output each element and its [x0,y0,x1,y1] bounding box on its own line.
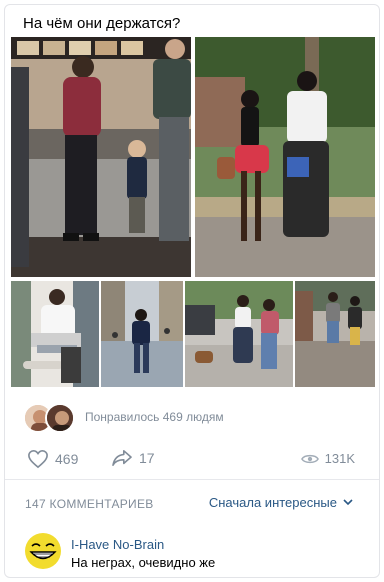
photo-people-walking[interactable] [295,281,375,387]
comment-author-avatar[interactable] [25,533,61,569]
eye-icon [300,454,319,463]
divider [5,479,379,480]
likes-count: 469 [55,451,79,467]
comments-count: 147 КОММЕНТАРИЕВ [25,497,154,511]
photo-mcdonalds-counter[interactable] [11,37,191,277]
photo-man-laptop[interactable] [11,281,99,387]
likes-summary[interactable]: Понравилось 469 людям [85,410,224,424]
like-button[interactable]: 469 [27,449,78,469]
share-button[interactable]: 17 [111,449,155,467]
comment-author-name[interactable]: I-Have No-Brain [71,537,164,552]
liker-avatar [45,403,75,433]
comment-text: На неграх, очевидно же [71,555,216,570]
post-text: На чём они держатся? [23,15,181,32]
photo-man-walking-dog[interactable] [185,281,293,387]
troll-face-avatar [25,533,61,569]
comments-sort-dropdown[interactable]: Сначала интересные [209,495,353,510]
chevron-down-icon [343,499,353,506]
likers-avatars[interactable] [23,403,79,433]
post-card: На чём они держатся? Понравилось 469 люд… [4,4,380,578]
photo-couple-street[interactable] [195,37,375,277]
views-count: 131K [324,451,355,466]
sort-label: Сначала интересные [208,495,337,510]
heart-icon [28,449,48,469]
views-counter: 131K [300,451,355,466]
share-icon [112,449,132,467]
photo-man-walking-street[interactable] [101,281,183,387]
shares-count: 17 [139,450,155,466]
